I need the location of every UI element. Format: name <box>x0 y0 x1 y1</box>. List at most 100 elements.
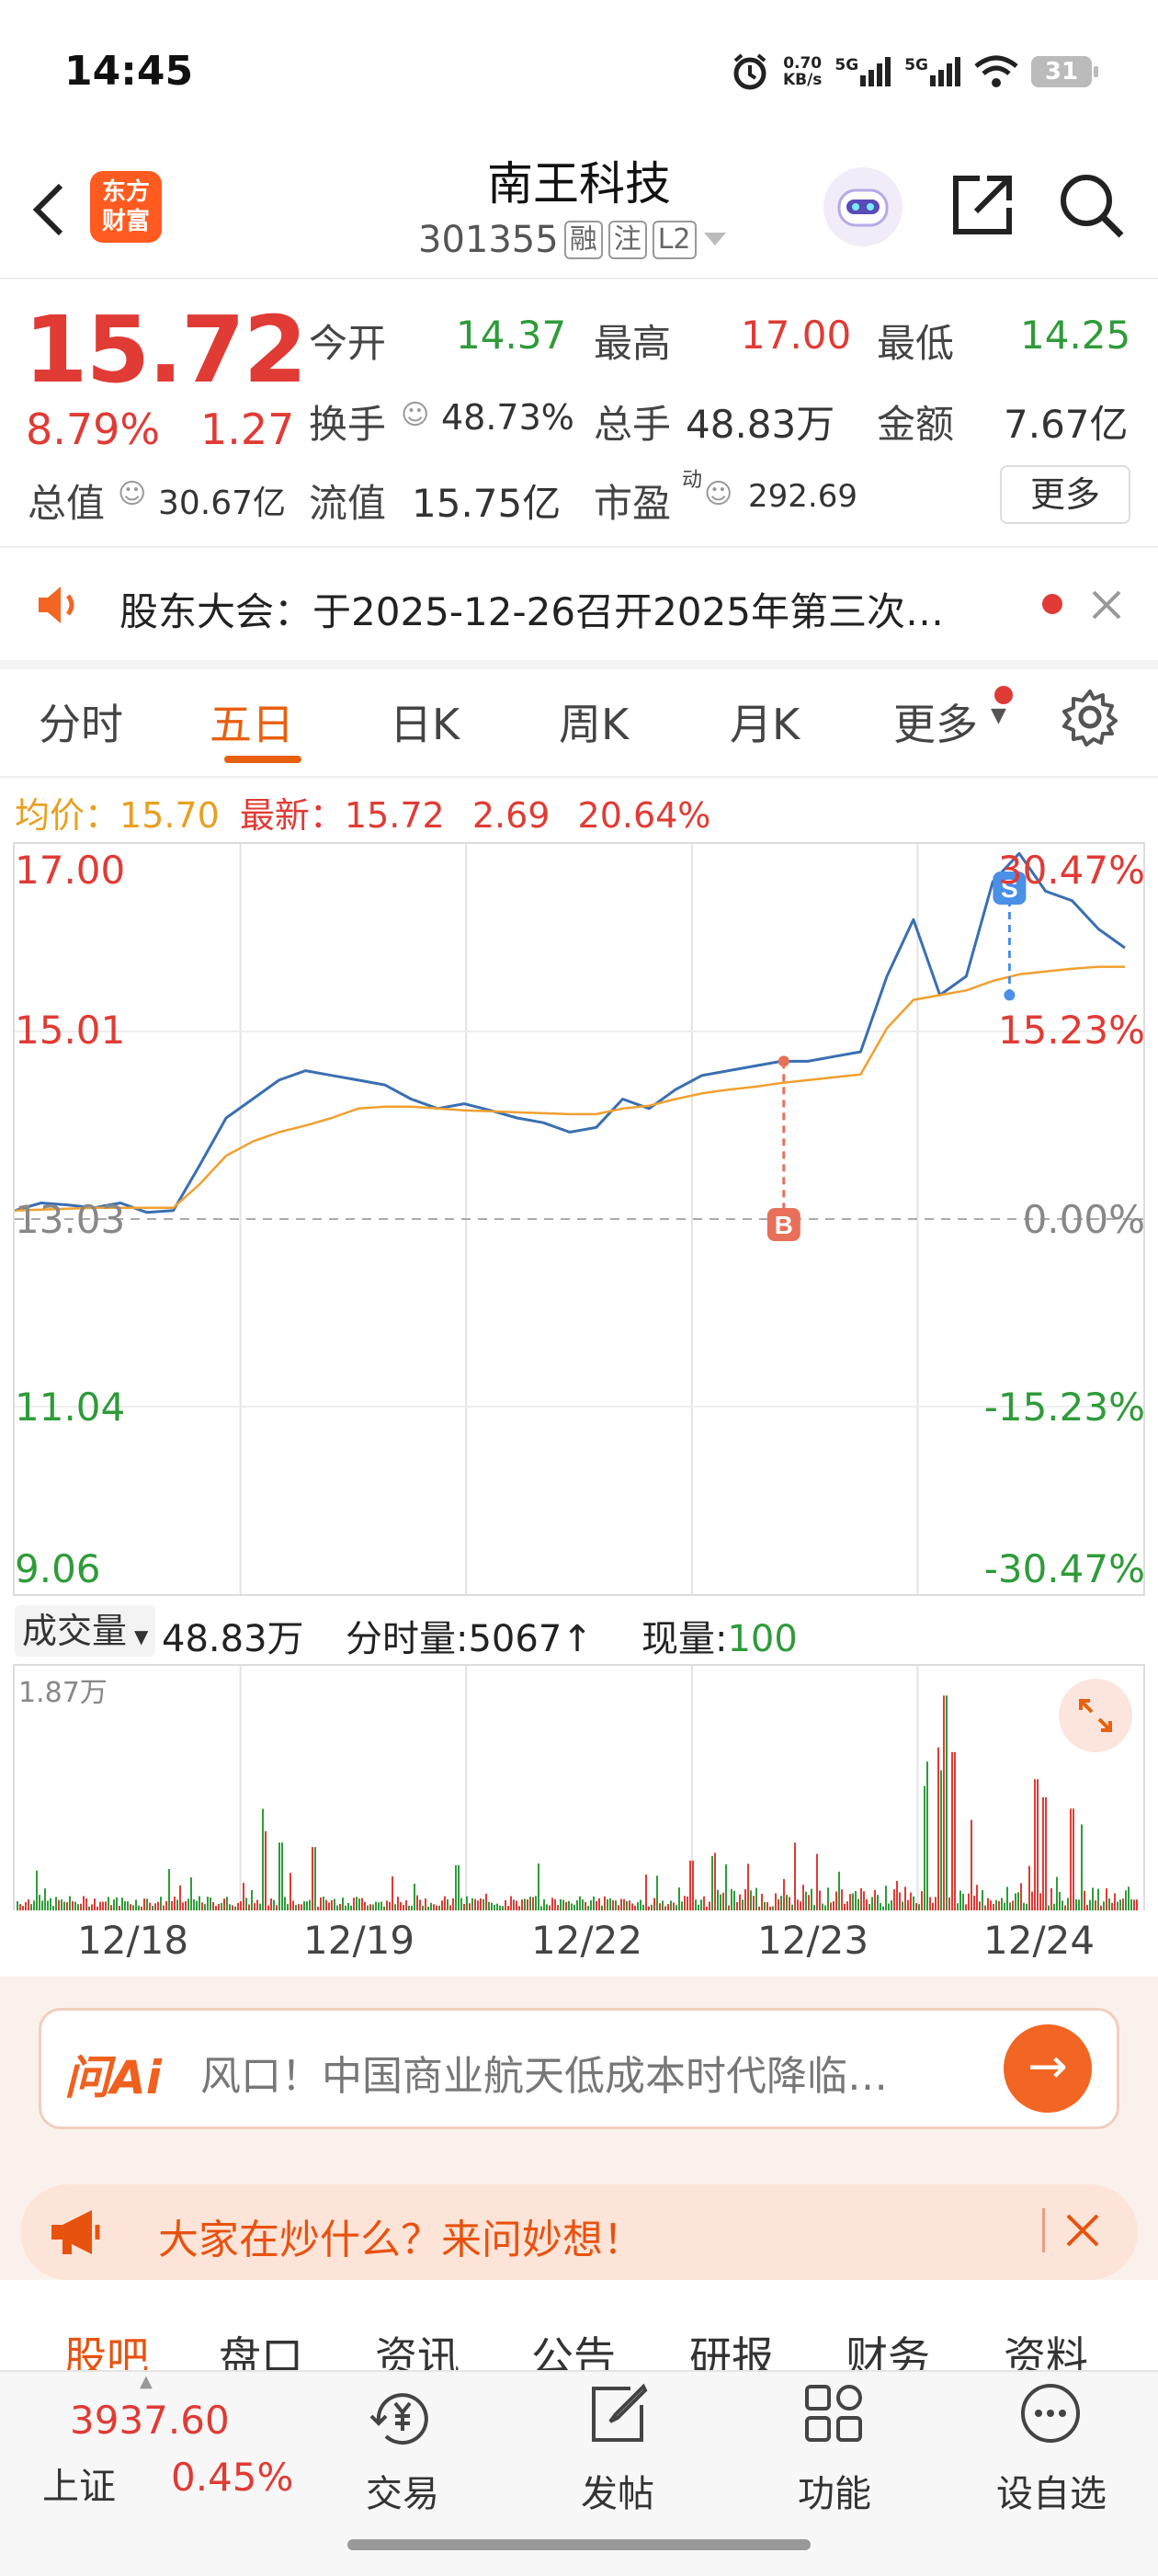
volume-bar <box>226 1897 228 1910</box>
volume-bar <box>83 1896 85 1910</box>
bottom-post[interactable]: 发帖 <box>553 2464 682 2517</box>
volume-bar <box>596 1900 597 1910</box>
price-chart-area[interactable]: BS <box>13 842 1145 1596</box>
volume-bar <box>496 1903 498 1910</box>
volume-bar <box>61 1899 62 1910</box>
tab-five-day[interactable]: 五日 <box>210 691 294 752</box>
volume-bar <box>1130 1899 1132 1910</box>
volume-bar <box>648 1906 650 1910</box>
expand-button[interactable] <box>1059 1679 1132 1752</box>
y-tick-left-1: 15.01 <box>15 1008 126 1053</box>
trade-icon[interactable] <box>368 2385 437 2449</box>
volume-bar <box>85 1898 87 1910</box>
volume-bar <box>585 1901 586 1910</box>
bottom-trade[interactable]: 交易 <box>338 2464 467 2517</box>
index-value[interactable]: 3937.60 <box>70 2398 230 2443</box>
volume-selector[interactable]: 成交量 ▼ <box>15 1605 156 1657</box>
volume-bar <box>55 1897 57 1910</box>
index-change: 0.45% <box>171 2455 294 2500</box>
tag-level2: L2 <box>652 221 697 259</box>
volume-bar <box>954 1751 956 1910</box>
volume-value: 48.83万 <box>686 402 835 447</box>
bottom-add-watchlist[interactable]: 设自选 <box>987 2464 1116 2517</box>
post-icon[interactable] <box>585 2381 651 2447</box>
info-icon[interactable]: ☺ <box>401 399 429 431</box>
home-indicator[interactable] <box>347 2539 811 2550</box>
volume-bar <box>320 1897 322 1910</box>
volume-bar <box>877 1895 879 1910</box>
float-value: 15.75亿 <box>412 481 562 526</box>
volume-bar <box>827 1887 829 1910</box>
arrow-right-icon[interactable]: → <box>1004 2024 1092 2113</box>
volume-bar <box>193 1898 195 1910</box>
volume-bar <box>1028 1865 1030 1910</box>
volume-bar <box>532 1897 534 1910</box>
more-button[interactable]: 更多 <box>1000 465 1130 524</box>
promo-text[interactable]: 大家在炒什么？来问妙想！ <box>158 2206 643 2265</box>
volume-bar <box>637 1902 639 1910</box>
tab-daily-k[interactable]: 日K <box>390 691 460 752</box>
volume-bar <box>350 1905 352 1910</box>
volume-bar <box>755 1887 757 1910</box>
close-icon[interactable] <box>1064 2212 1101 2249</box>
add-watchlist-icon[interactable] <box>1018 2381 1083 2445</box>
search-icon[interactable] <box>1057 171 1127 241</box>
notice-text[interactable]: 股东大会：于2025-12-26召开2025年第三次… <box>119 581 944 637</box>
close-icon[interactable] <box>1090 588 1123 621</box>
volume-bar <box>171 1901 173 1910</box>
assistant-avatar[interactable] <box>823 167 903 246</box>
volume-bar <box>425 1898 426 1910</box>
y-tick-left-0: 17.00 <box>15 848 126 893</box>
volume-bar <box>993 1904 994 1910</box>
battery-icon: 31 <box>1031 56 1098 87</box>
index-name: 上证 <box>42 2466 116 2508</box>
volume-bar <box>957 1903 959 1910</box>
tab-weekly-k[interactable]: 周K <box>559 691 629 752</box>
volume-bar <box>722 1892 724 1910</box>
volume-bar <box>301 1904 302 1910</box>
latest-label: 最新： <box>239 795 345 836</box>
volume-bar <box>232 1905 233 1910</box>
volume-bar <box>306 1901 308 1910</box>
volume-bar <box>411 1905 413 1910</box>
volume-bar <box>119 1906 120 1910</box>
info-icon[interactable]: ☺ <box>118 478 146 510</box>
functions-icon[interactable] <box>803 2383 864 2444</box>
change-pct-value: 20.64% <box>577 795 711 836</box>
tab-more[interactable]: 更多 <box>893 691 978 752</box>
volume-bar <box>833 1900 834 1910</box>
tab-monthly-k[interactable]: 月K <box>730 691 800 752</box>
avg-value: 15.70 <box>119 795 220 836</box>
expand-icon <box>1079 1699 1112 1732</box>
volume-bar <box>979 1901 981 1910</box>
ai-question-text[interactable]: 风口！中国商业航天低成本时代降临… <box>200 2043 888 2102</box>
volume-bar <box>47 1900 49 1910</box>
volume-bar <box>717 1889 719 1910</box>
volume-bar <box>1017 1892 1019 1910</box>
volume-bar <box>1097 1888 1099 1910</box>
volume-bar <box>199 1896 200 1910</box>
volume-bar <box>163 1905 165 1910</box>
volume-bar <box>1111 1902 1113 1910</box>
volume-bar <box>207 1897 209 1910</box>
volume-bar <box>270 1898 272 1910</box>
tag-registration: 注 <box>607 221 647 259</box>
volume-bar <box>813 1905 815 1910</box>
volume-bar <box>1073 1808 1074 1910</box>
low-value: 14.25 <box>1020 313 1131 358</box>
stock-code-row[interactable]: 301355 融 注 L2 <box>418 219 728 261</box>
volume-bar <box>659 1903 661 1910</box>
volume-bar <box>356 1897 358 1910</box>
info-icon[interactable]: ☺ <box>704 478 732 510</box>
volume-bar <box>982 1890 983 1910</box>
share-icon[interactable] <box>948 171 1016 239</box>
volume-bar <box>102 1901 104 1910</box>
settings-icon[interactable] <box>1061 688 1119 747</box>
volume-bar <box>259 1903 261 1910</box>
volume-bar <box>141 1906 142 1910</box>
bottom-functions[interactable]: 功能 <box>770 2464 899 2517</box>
volume-bar <box>711 1855 713 1910</box>
volume-bar <box>1136 1899 1138 1910</box>
tab-intraday[interactable]: 分时 <box>39 691 123 752</box>
volume-chart-area[interactable] <box>13 1664 1145 1910</box>
